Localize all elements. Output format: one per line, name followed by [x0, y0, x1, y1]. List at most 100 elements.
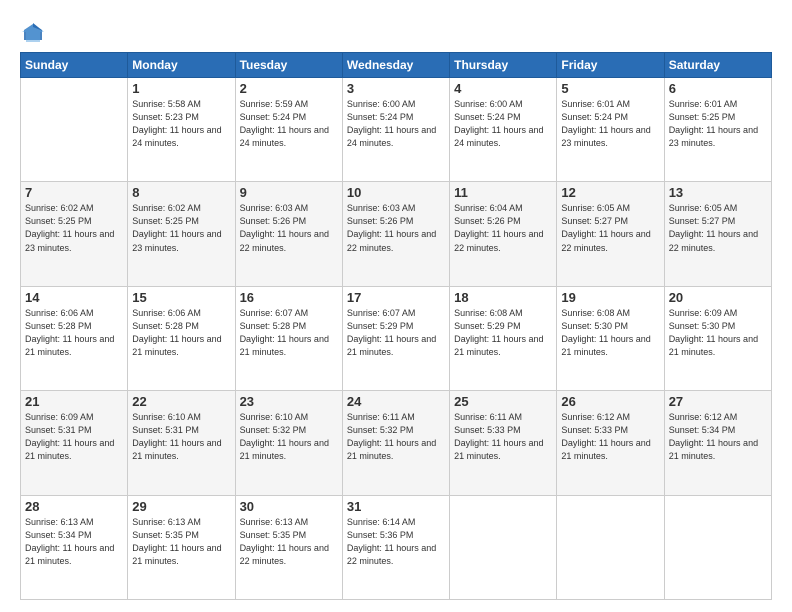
calendar-cell [664, 495, 771, 599]
day-number: 29 [132, 499, 230, 514]
calendar-cell [557, 495, 664, 599]
calendar-cell: 3 Sunrise: 6:00 AMSunset: 5:24 PMDaylight… [342, 78, 449, 182]
day-detail: Sunrise: 6:04 AMSunset: 5:26 PMDaylight:… [454, 202, 552, 254]
day-detail: Sunrise: 5:58 AMSunset: 5:23 PMDaylight:… [132, 98, 230, 150]
day-detail: Sunrise: 6:09 AMSunset: 5:30 PMDaylight:… [669, 307, 767, 359]
day-number: 23 [240, 394, 338, 409]
calendar-cell: 4 Sunrise: 6:00 AMSunset: 5:24 PMDaylight… [450, 78, 557, 182]
day-detail: Sunrise: 6:01 AMSunset: 5:24 PMDaylight:… [561, 98, 659, 150]
calendar-day-header: Tuesday [235, 53, 342, 78]
day-number: 22 [132, 394, 230, 409]
calendar-cell: 16Sunrise: 6:07 AMSunset: 5:28 PMDayligh… [235, 286, 342, 390]
day-number: 2 [240, 81, 338, 96]
day-detail: Sunrise: 6:03 AMSunset: 5:26 PMDaylight:… [347, 202, 445, 254]
calendar-cell: 18Sunrise: 6:08 AMSunset: 5:29 PMDayligh… [450, 286, 557, 390]
day-number: 11 [454, 185, 552, 200]
calendar-cell: 14 Sunrise: 6:06 AMSunset: 5:28 PMDayligh… [21, 286, 128, 390]
calendar-cell: 23 Sunrise: 6:10 AMSunset: 5:32 PMDayligh… [235, 391, 342, 495]
calendar-cell: 17 Sunrise: 6:07 AMSunset: 5:29 PMDayligh… [342, 286, 449, 390]
calendar-cell: 1 Sunrise: 5:58 AMSunset: 5:23 PMDaylight… [128, 78, 235, 182]
calendar-week-row: 1 Sunrise: 5:58 AMSunset: 5:23 PMDaylight… [21, 78, 772, 182]
day-detail: Sunrise: 6:08 AMSunset: 5:30 PMDaylight:… [561, 307, 659, 359]
calendar-table: SundayMondayTuesdayWednesdayThursdayFrid… [20, 52, 772, 600]
day-detail: Sunrise: 6:10 AMSunset: 5:31 PMDaylight:… [132, 411, 230, 463]
calendar-cell: 26Sunrise: 6:12 AMSunset: 5:33 PMDayligh… [557, 391, 664, 495]
day-detail: Sunrise: 6:05 AMSunset: 5:27 PMDaylight:… [669, 202, 767, 254]
day-number: 3 [347, 81, 445, 96]
day-detail: Sunrise: 6:07 AMSunset: 5:28 PMDaylight:… [240, 307, 338, 359]
day-detail: Sunrise: 6:07 AMSunset: 5:29 PMDaylight:… [347, 307, 445, 359]
calendar-cell: 31Sunrise: 6:14 AMSunset: 5:36 PMDayligh… [342, 495, 449, 599]
calendar-cell: 24 Sunrise: 6:11 AMSunset: 5:32 PMDayligh… [342, 391, 449, 495]
day-number: 12 [561, 185, 659, 200]
calendar-cell: 8 Sunrise: 6:02 AMSunset: 5:25 PMDaylight… [128, 182, 235, 286]
header [20, 18, 772, 44]
day-number: 9 [240, 185, 338, 200]
day-detail: Sunrise: 6:00 AMSunset: 5:24 PMDaylight:… [454, 98, 552, 150]
day-detail: Sunrise: 6:02 AMSunset: 5:25 PMDaylight:… [132, 202, 230, 254]
day-number: 31 [347, 499, 445, 514]
day-number: 27 [669, 394, 767, 409]
day-number: 17 [347, 290, 445, 305]
day-number: 21 [25, 394, 123, 409]
logo-icon [22, 22, 44, 44]
day-detail: Sunrise: 6:11 AMSunset: 5:32 PMDaylight:… [347, 411, 445, 463]
calendar-cell [450, 495, 557, 599]
day-detail: Sunrise: 6:12 AMSunset: 5:33 PMDaylight:… [561, 411, 659, 463]
calendar-day-header: Monday [128, 53, 235, 78]
day-number: 10 [347, 185, 445, 200]
calendar-day-header: Sunday [21, 53, 128, 78]
day-detail: Sunrise: 6:01 AMSunset: 5:25 PMDaylight:… [669, 98, 767, 150]
day-detail: Sunrise: 6:06 AMSunset: 5:28 PMDaylight:… [132, 307, 230, 359]
calendar-header-row: SundayMondayTuesdayWednesdayThursdayFrid… [21, 53, 772, 78]
day-detail: Sunrise: 6:02 AMSunset: 5:25 PMDaylight:… [25, 202, 123, 254]
day-detail: Sunrise: 6:05 AMSunset: 5:27 PMDaylight:… [561, 202, 659, 254]
calendar-week-row: 21 Sunrise: 6:09 AMSunset: 5:31 PMDayligh… [21, 391, 772, 495]
calendar-week-row: 28 Sunrise: 6:13 AMSunset: 5:34 PMDayligh… [21, 495, 772, 599]
calendar-week-row: 14 Sunrise: 6:06 AMSunset: 5:28 PMDayligh… [21, 286, 772, 390]
day-number: 6 [669, 81, 767, 96]
day-number: 1 [132, 81, 230, 96]
calendar-cell: 9Sunrise: 6:03 AMSunset: 5:26 PMDaylight… [235, 182, 342, 286]
day-detail: Sunrise: 6:10 AMSunset: 5:32 PMDaylight:… [240, 411, 338, 463]
day-number: 13 [669, 185, 767, 200]
calendar-cell: 19Sunrise: 6:08 AMSunset: 5:30 PMDayligh… [557, 286, 664, 390]
day-detail: Sunrise: 5:59 AMSunset: 5:24 PMDaylight:… [240, 98, 338, 150]
day-number: 28 [25, 499, 123, 514]
day-detail: Sunrise: 6:00 AMSunset: 5:24 PMDaylight:… [347, 98, 445, 150]
day-detail: Sunrise: 6:13 AMSunset: 5:34 PMDaylight:… [25, 516, 123, 568]
day-detail: Sunrise: 6:06 AMSunset: 5:28 PMDaylight:… [25, 307, 123, 359]
day-detail: Sunrise: 6:12 AMSunset: 5:34 PMDaylight:… [669, 411, 767, 463]
calendar-cell: 15 Sunrise: 6:06 AMSunset: 5:28 PMDayligh… [128, 286, 235, 390]
day-detail: Sunrise: 6:09 AMSunset: 5:31 PMDaylight:… [25, 411, 123, 463]
day-number: 4 [454, 81, 552, 96]
day-number: 8 [132, 185, 230, 200]
calendar-cell: 12 Sunrise: 6:05 AMSunset: 5:27 PMDayligh… [557, 182, 664, 286]
calendar-day-header: Saturday [664, 53, 771, 78]
day-detail: Sunrise: 6:13 AMSunset: 5:35 PMDaylight:… [132, 516, 230, 568]
calendar-cell: 22 Sunrise: 6:10 AMSunset: 5:31 PMDayligh… [128, 391, 235, 495]
day-number: 15 [132, 290, 230, 305]
day-number: 5 [561, 81, 659, 96]
day-detail: Sunrise: 6:08 AMSunset: 5:29 PMDaylight:… [454, 307, 552, 359]
calendar-cell: 6 Sunrise: 6:01 AMSunset: 5:25 PMDaylight… [664, 78, 771, 182]
calendar-day-header: Thursday [450, 53, 557, 78]
calendar-day-header: Wednesday [342, 53, 449, 78]
day-number: 7 [25, 185, 123, 200]
day-number: 30 [240, 499, 338, 514]
calendar-cell: 5 Sunrise: 6:01 AMSunset: 5:24 PMDaylight… [557, 78, 664, 182]
day-number: 25 [454, 394, 552, 409]
calendar-cell: 30 Sunrise: 6:13 AMSunset: 5:35 PMDayligh… [235, 495, 342, 599]
calendar-cell: 27 Sunrise: 6:12 AMSunset: 5:34 PMDayligh… [664, 391, 771, 495]
day-detail: Sunrise: 6:11 AMSunset: 5:33 PMDaylight:… [454, 411, 552, 463]
day-number: 20 [669, 290, 767, 305]
calendar-cell: 28 Sunrise: 6:13 AMSunset: 5:34 PMDayligh… [21, 495, 128, 599]
day-number: 24 [347, 394, 445, 409]
calendar-cell: 2 Sunrise: 5:59 AMSunset: 5:24 PMDaylight… [235, 78, 342, 182]
calendar-cell: 11 Sunrise: 6:04 AMSunset: 5:26 PMDayligh… [450, 182, 557, 286]
day-number: 14 [25, 290, 123, 305]
calendar-week-row: 7 Sunrise: 6:02 AMSunset: 5:25 PMDaylight… [21, 182, 772, 286]
calendar-cell [21, 78, 128, 182]
day-detail: Sunrise: 6:13 AMSunset: 5:35 PMDaylight:… [240, 516, 338, 568]
calendar-cell: 20 Sunrise: 6:09 AMSunset: 5:30 PMDayligh… [664, 286, 771, 390]
